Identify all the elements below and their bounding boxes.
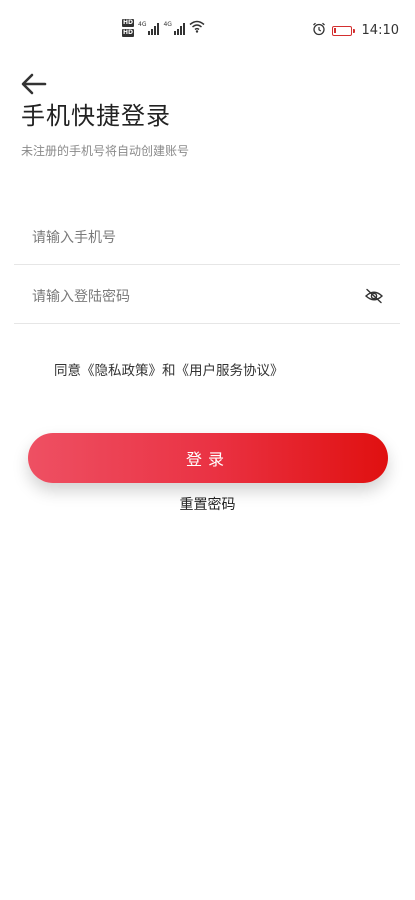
- eye-off-icon[interactable]: [364, 288, 384, 304]
- phone-input[interactable]: [32, 225, 352, 251]
- battery-level: [333, 27, 336, 33]
- privacy-policy-link[interactable]: 《隐私政策》: [81, 363, 162, 379]
- clock-time: 14:10: [361, 23, 399, 38]
- page-subtitle: 未注册的手机号将自动创建账号: [21, 144, 190, 158]
- status-right-group: 14:10: [312, 21, 399, 40]
- alarm-icon: [312, 21, 326, 40]
- phone-field-row: [14, 207, 400, 265]
- reset-password-row: 重置密码: [0, 494, 415, 514]
- wifi-icon: [189, 18, 205, 37]
- password-field-row: [14, 266, 400, 324]
- reset-password-link[interactable]: 重置密码: [180, 497, 236, 513]
- status-left-group: HD HD 4G 4G: [122, 18, 205, 37]
- network-type-label: 4G: [138, 20, 147, 28]
- hd-badge-bottom: HD: [122, 28, 135, 37]
- hd-badge-top: HD: [122, 18, 135, 27]
- page-title: 手机快捷登录: [21, 102, 171, 130]
- signal-icon: 4G: [138, 20, 160, 35]
- signal-icon: 4G: [163, 20, 185, 35]
- battery-icon: [331, 25, 355, 36]
- agreement-text: 同意《隐私政策》和《用户服务协议》: [54, 359, 284, 379]
- user-service-agreement-link[interactable]: 《用户服务协议》: [176, 363, 284, 379]
- login-button-label: 登录: [185, 452, 230, 469]
- network-type-label: 4G: [163, 20, 172, 28]
- login-button[interactable]: 登录: [28, 433, 388, 483]
- agreement-prefix: 同意: [54, 363, 81, 379]
- agreement-conjunction: 和: [162, 363, 176, 379]
- password-input[interactable]: [32, 284, 352, 310]
- hd-badges: HD HD: [122, 18, 135, 37]
- status-bar: HD HD 4G 4G 14:10: [0, 0, 415, 60]
